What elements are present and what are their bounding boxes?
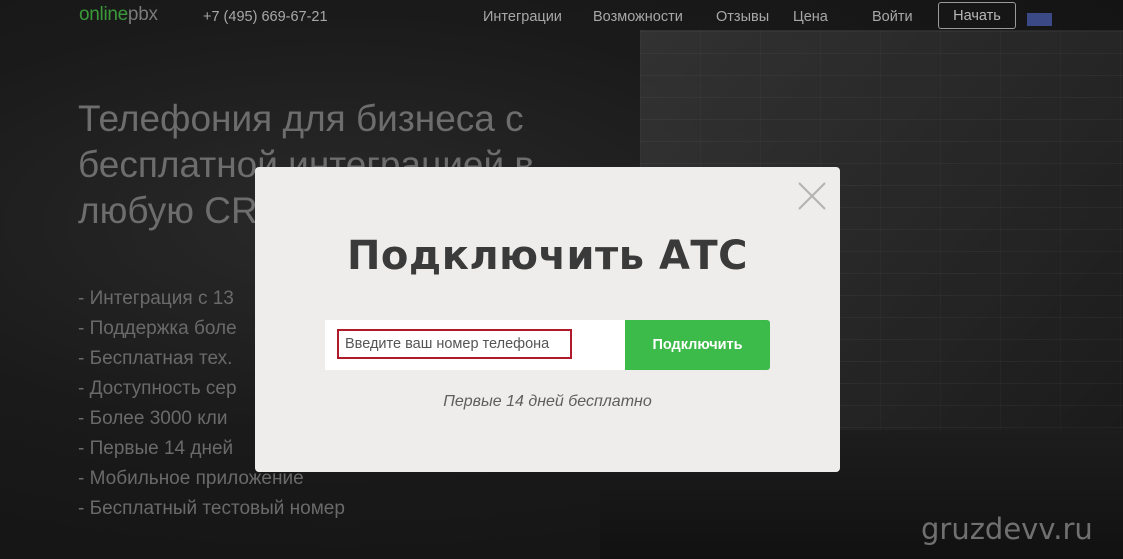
close-icon-glyph <box>798 182 826 210</box>
start-button[interactable]: Начать <box>938 2 1016 29</box>
phone-input[interactable] <box>337 329 572 359</box>
nav-features[interactable]: Возможности <box>593 9 683 25</box>
close-icon[interactable] <box>796 180 828 212</box>
logo-part-pbx: pbx <box>127 4 158 25</box>
site-header: onlinepbx +7 (495) 669-67-21 Интеграции … <box>0 0 1123 36</box>
nav-integrations[interactable]: Интеграции <box>483 9 562 25</box>
logo[interactable]: onlinepbx <box>79 4 158 26</box>
login-link[interactable]: Войти <box>872 9 913 25</box>
free-trial-note: Первые 14 дней бесплатно <box>443 393 652 410</box>
nav-reviews[interactable]: Отзывы <box>716 9 769 25</box>
header-phone[interactable]: +7 (495) 669-67-21 <box>203 9 328 25</box>
language-flag-icon[interactable] <box>1027 13 1052 26</box>
hero-title-line: Телефония для бизнеса с <box>78 98 524 139</box>
modal-title: Подключить АТС <box>346 233 749 279</box>
connect-modal: Подключить АТС Подключить Первые 14 дней… <box>255 167 840 472</box>
watermark: gruzdevv.ru <box>921 512 1093 546</box>
nav-price[interactable]: Цена <box>793 9 828 25</box>
connect-button[interactable]: Подключить <box>625 320 770 370</box>
phone-input-wrapper <box>325 320 625 370</box>
logo-part-online: online <box>79 4 128 25</box>
feature-item: - Бесплатный тестовый номер <box>78 498 345 519</box>
